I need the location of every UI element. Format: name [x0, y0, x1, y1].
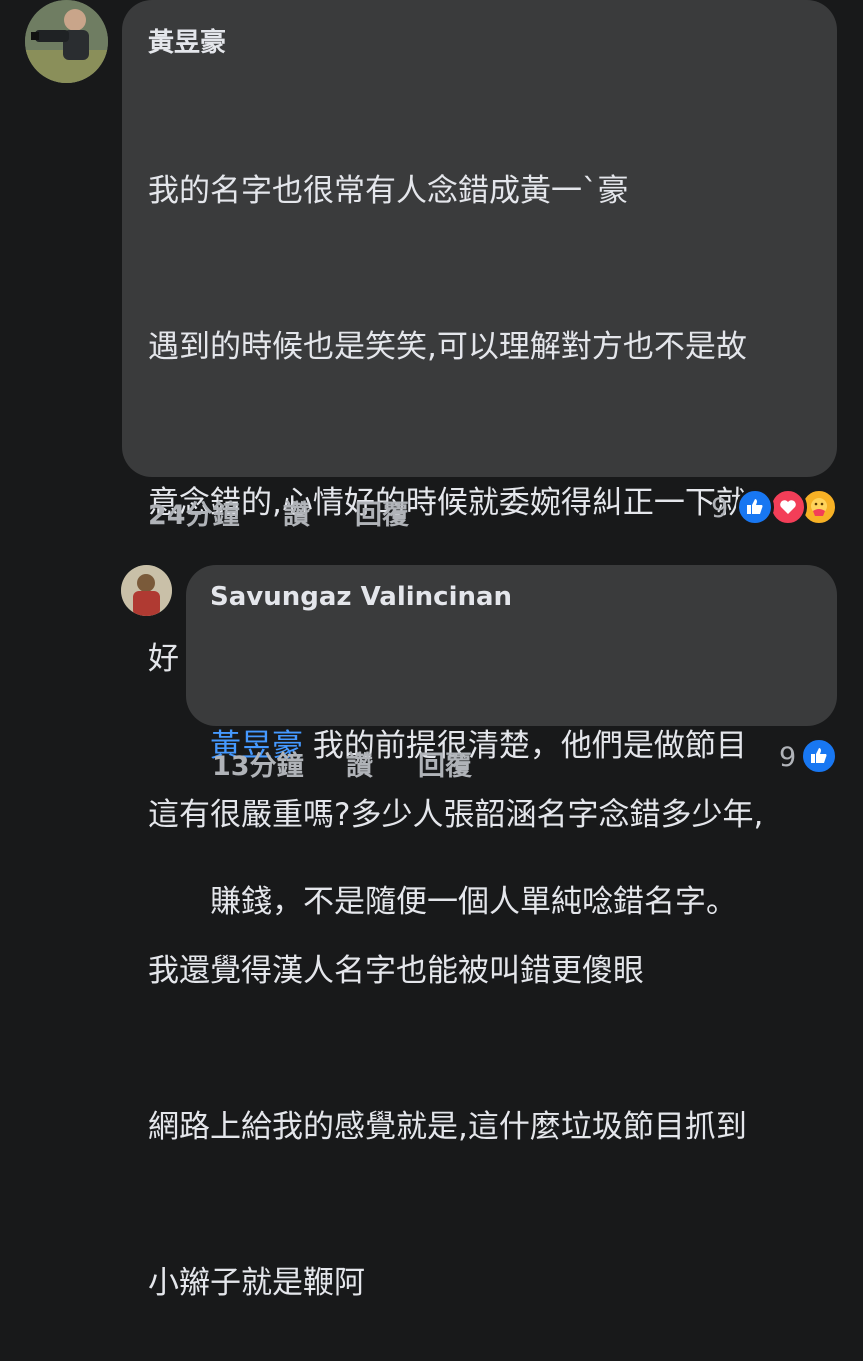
reply-avatar[interactable]: [121, 565, 172, 616]
like-icon[interactable]: [800, 737, 838, 775]
reply-reaction-count[interactable]: 9: [779, 742, 796, 773]
comment-line: 意念錯的,心情好的時候就委婉得糾正一下就: [148, 485, 747, 521]
like-icon[interactable]: [736, 488, 774, 526]
comment-author[interactable]: 黃昱豪: [148, 22, 226, 59]
reaction-count[interactable]: 9: [711, 493, 728, 524]
reply-timestamp[interactable]: 13分鐘: [212, 744, 304, 783]
avatar-photo: [121, 565, 172, 616]
reply-author[interactable]: Savungaz Valincinan: [210, 582, 512, 612]
reply-reply-button[interactable]: 回覆: [418, 744, 472, 783]
comment-line: 我的名字也很常有人念錯成黃一`豪: [148, 173, 629, 209]
reply-button[interactable]: 回覆: [355, 493, 409, 532]
comment-timestamp[interactable]: 24分鐘: [148, 493, 240, 532]
comment-line: 小辮子就是鞭阿: [148, 1265, 365, 1301]
like-button[interactable]: 讚: [283, 493, 310, 532]
avatar[interactable]: [25, 0, 108, 83]
reply-line: 賺錢，不是隨便一個人單純唸錯名字。: [210, 884, 737, 920]
reply-like-button[interactable]: 讚: [346, 744, 373, 783]
reply-text: 黃昱豪 我的前提很清楚，他們是做節目 賺錢，不是隨便一個人單純唸錯名字。: [210, 616, 747, 980]
love-icon[interactable]: [769, 488, 807, 526]
avatar-photo: [25, 0, 108, 83]
comment-line: 遇到的時候也是笑笑,可以理解對方也不是故: [148, 329, 747, 365]
comment-line: 網路上給我的感覺就是,這什麼垃圾節目抓到: [148, 1109, 747, 1145]
